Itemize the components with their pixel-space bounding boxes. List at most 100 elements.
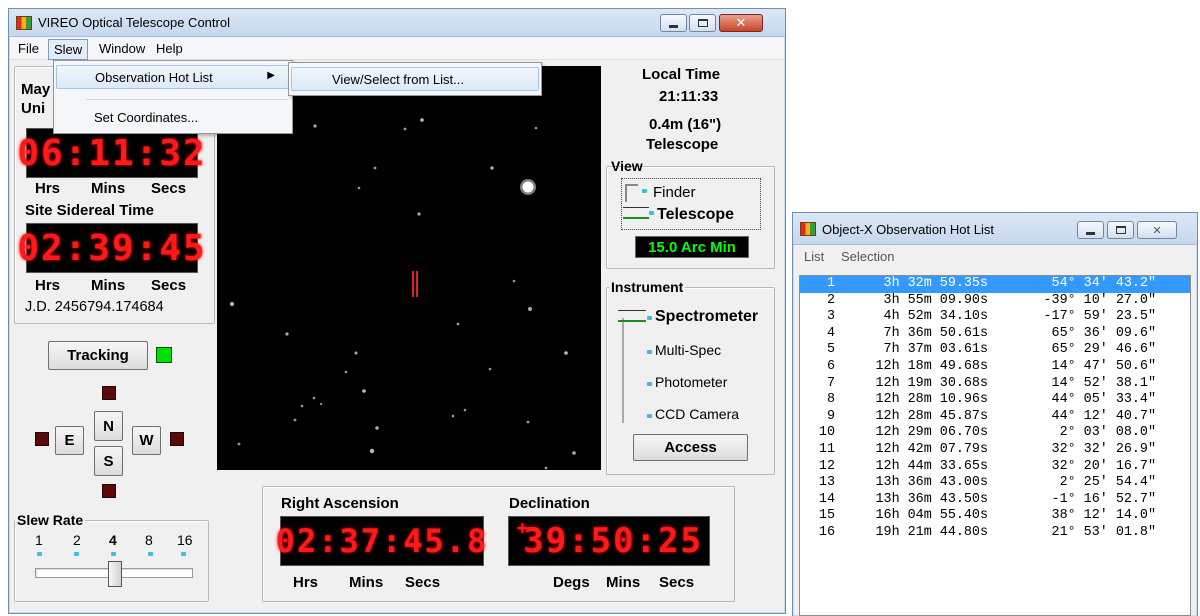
instrument-option-spectrometer[interactable]: Spectrometer [655,308,758,326]
table-row[interactable]: 1 3h 32m 59.35s 54° 34' 43.2" [800,276,1190,293]
instrument-selector[interactable] [618,310,646,322]
slew-west-button[interactable]: W [132,426,161,455]
instrument-option-ccd-camera[interactable]: CCD Camera [655,406,739,422]
row-number: 1 [826,276,835,291]
table-row[interactable]: 3 4h 52m 34.10s -17° 59' 23.5" [800,309,1190,326]
table-row[interactable]: 9 12h 28m 45.87s 44° 12' 40.7" [800,409,1190,426]
slew-east-indicator [35,432,49,446]
row-number: 15 [818,508,835,524]
telescope-dot-icon [649,211,654,215]
minimize-icon [1086,231,1095,235]
instrument-option-multi-spec[interactable]: Multi-Spec [655,342,721,358]
photometer-dot-icon [647,382,652,386]
slew-east-button[interactable]: E [55,426,84,455]
local-time-label: Local Time [642,66,721,83]
view-option-finder[interactable]: Finder [653,184,696,201]
hot-list-close-button[interactable]: ✕ [1137,221,1177,239]
multi-spec-dot-icon [647,350,652,354]
table-row[interactable]: 15 16h 04m 55.40s 38° 12' 14.0" [800,508,1190,525]
table-row[interactable]: 11 12h 42m 07.79s 32° 32' 26.9" [800,442,1190,459]
view-option-telescope[interactable]: Telescope [657,206,734,224]
hot-list-table[interactable]: 1 3h 32m 59.35s 54° 34' 43.2" 2 3h 55m 09.90… [799,275,1191,616]
star [230,302,234,306]
slew-south-button[interactable]: S [94,446,123,476]
tracking-button[interactable]: Tracking [48,341,148,370]
row-declination: 21° 53' 01.8" [1051,524,1156,540]
star [528,307,532,311]
menu-observation-hot-list[interactable]: Observation Hot List ▶ [56,65,290,89]
row-declination: 2° 03' 08.0" [1059,425,1156,441]
dec-unit-mins: Mins [606,574,641,591]
slew-north-indicator [102,386,116,400]
row-number: 14 [818,491,835,507]
hot-list-menu-list[interactable]: List [799,247,829,266]
star [300,404,304,408]
slew-rate-handle[interactable] [108,561,122,587]
finder-dot-icon [642,189,647,193]
hot-list-minimize-button[interactable] [1077,221,1104,239]
row-number: 11 [818,441,835,457]
slew-rate-tick-8[interactable]: 8 [145,532,153,548]
close-button[interactable]: ✕ [719,14,763,32]
slew-rate-tick-16[interactable]: 16 [177,532,193,548]
star [564,351,568,355]
table-row[interactable]: 5 7h 37m 03.61s 65° 29' 46.6" [800,342,1190,359]
slew-north-button[interactable]: N [94,411,123,441]
table-row[interactable]: 8 12h 28m 10.96s 44° 05' 33.4" [800,392,1190,409]
table-row[interactable]: 7 12h 19m 30.68s 14° 52' 38.1" [800,376,1190,393]
table-row[interactable]: 12 12h 44m 33.65s 32° 20' 16.7" [800,459,1190,476]
star [534,126,538,130]
menu-window[interactable]: Window [94,39,150,58]
row-number: 12 [818,458,835,474]
main-titlebar[interactable]: VIREO Optical Telescope Control ✕ [9,9,785,37]
table-row[interactable]: 4 7h 36m 50.61s 65° 36' 09.6" [800,326,1190,343]
star [293,418,297,422]
instrument-option-photometer[interactable]: Photometer [655,374,727,390]
main-menubar: File Slew Window Help [10,38,784,60]
slew-west-indicator [170,432,184,446]
spectrometer-slit [416,271,418,297]
ra-unit-secs: Secs [405,574,441,591]
row-right-ascension: 12h 18m 49.68s [875,358,989,374]
menu-slew[interactable]: Slew [48,39,89,60]
star [369,448,375,454]
spectrometer-slit [412,271,414,297]
row-declination: -17° 59' 23.5" [1043,309,1157,325]
menu-file[interactable]: File [13,39,44,58]
hot-list-maximize-button[interactable] [1107,221,1134,239]
menu-view-select-from-list[interactable]: View/Select from List... [291,67,539,91]
tick-dot-icon [37,552,42,556]
minimize-button[interactable] [660,14,687,32]
menu-help[interactable]: Help [151,39,188,58]
hot-list-submenu: View/Select from List... [288,62,542,96]
table-row[interactable]: 10 12h 29m 06.70s 2° 03' 08.0" [800,425,1190,442]
slew-rate-tick-2[interactable]: 2 [73,532,81,548]
row-declination: -39° 10' 27.0" [1043,292,1157,308]
menu-set-coordinates[interactable]: Set Coordinates... [56,106,290,130]
maximize-icon [1115,226,1126,234]
table-row[interactable]: 6 12h 18m 49.68s 14° 47' 50.6" [800,359,1190,376]
star [451,414,455,418]
spectrometer-dot-icon [647,316,652,320]
star [375,426,379,430]
table-row[interactable]: 13 13h 36m 43.00s 2° 25' 54.4" [800,475,1190,492]
star [313,124,317,128]
row-declination: 65° 29' 46.6" [1051,342,1156,358]
finder-checkbox[interactable] [625,184,638,202]
ut-display: 06:11:32 [17,128,205,178]
maximize-button[interactable] [689,14,716,32]
access-button[interactable]: Access [633,434,748,461]
table-row[interactable]: 2 3h 55m 09.90s -39° 10' 27.0" [800,293,1190,310]
star [354,351,358,355]
hot-list-menu-selection[interactable]: Selection [836,247,899,266]
table-row[interactable]: 16 19h 21m 44.80s 21° 53' 01.8" [800,525,1190,542]
slew-rate-tick-1[interactable]: 1 [35,532,43,548]
slew-rate-tick-4[interactable]: 4 [109,532,117,548]
field-of-view-display: 15.0 Arc Min [635,236,749,258]
row-number: 8 [826,392,835,408]
hot-list-titlebar[interactable]: Object-X Observation Hot List ✕ [793,213,1197,245]
row-number: 4 [826,325,835,341]
table-row[interactable]: 14 13h 36m 43.50s -1° 16' 52.7" [800,492,1190,509]
star [572,451,576,455]
sidereal-unit-mins: Mins [91,277,126,294]
